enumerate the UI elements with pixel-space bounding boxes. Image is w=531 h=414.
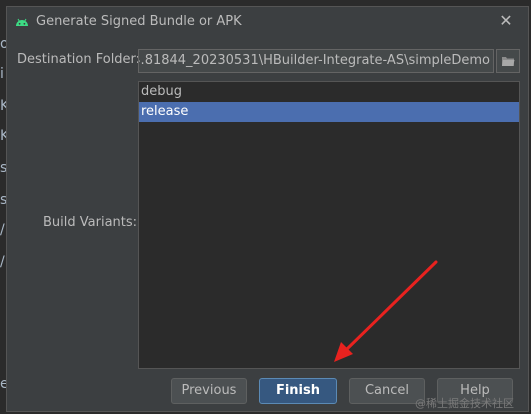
- close-icon[interactable]: ✕: [498, 13, 514, 29]
- build-variants-label: Build Variants:: [43, 215, 138, 230]
- variant-item-release[interactable]: release: [139, 102, 519, 122]
- watermark-text: @稀土掘金技术社区: [415, 397, 514, 410]
- destination-folder-value: )3.8.4.81844_20230531\HBuilder-Integrate…: [138, 53, 490, 68]
- variant-item-debug[interactable]: debug: [139, 82, 519, 102]
- destination-folder-label: Destination Folder:: [17, 52, 141, 67]
- folder-icon: [502, 57, 515, 66]
- background-glyph: /: [0, 222, 5, 238]
- browse-folder-button[interactable]: [496, 49, 520, 73]
- background-glyph: i: [0, 66, 4, 82]
- dialog-title: Generate Signed Bundle or APK: [36, 14, 242, 29]
- android-icon: [16, 18, 28, 26]
- dialog-titlebar[interactable]: Generate Signed Bundle or APK ✕: [7, 7, 528, 37]
- background-glyph: /: [0, 254, 5, 270]
- generate-signed-bundle-dialog: Generate Signed Bundle or APK ✕ Destinat…: [6, 6, 529, 412]
- cancel-button[interactable]: Cancel: [349, 378, 425, 404]
- finish-button[interactable]: Finish: [259, 378, 337, 404]
- previous-button[interactable]: Previous: [171, 378, 247, 404]
- destination-folder-field[interactable]: )3.8.4.81844_20230531\HBuilder-Integrate…: [138, 49, 494, 73]
- build-variants-list[interactable]: debug release: [138, 81, 520, 369]
